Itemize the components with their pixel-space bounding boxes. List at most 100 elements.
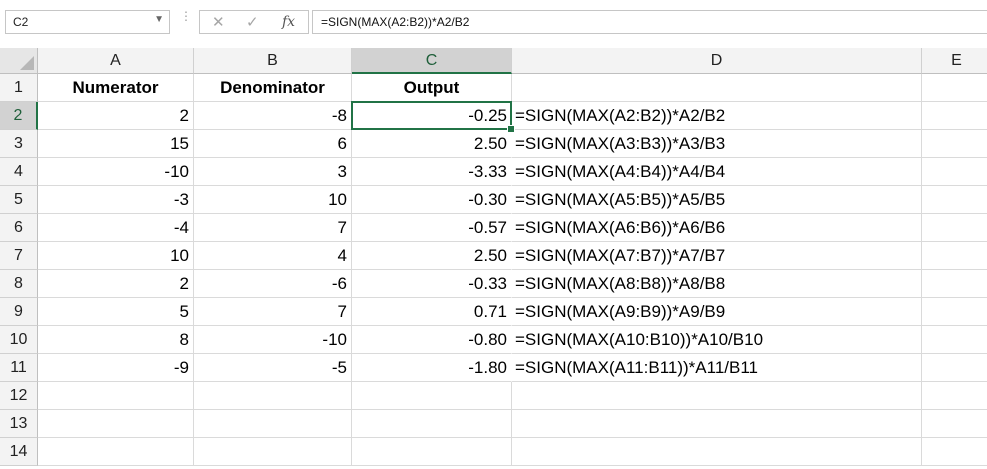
row-header-5[interactable]: 5: [0, 186, 38, 214]
cell-b1[interactable]: Denominator: [194, 74, 352, 102]
cell-e6[interactable]: [922, 214, 987, 242]
cell-a13[interactable]: [38, 410, 194, 438]
column-header-c[interactable]: C: [352, 48, 512, 74]
formula-bar: C2 ▼ ⋮ ✕ ✓ fx =SIGN(MAX(A2:B2))*A2/B2: [0, 0, 987, 46]
name-box[interactable]: C2 ▼: [5, 10, 170, 34]
cell-c2[interactable]: -0.25: [352, 102, 512, 130]
cell-e2[interactable]: [922, 102, 987, 130]
cell-b10[interactable]: -10: [194, 326, 352, 354]
column-header-d[interactable]: D: [512, 48, 922, 74]
cell-d5[interactable]: =SIGN(MAX(A5:B5))*A5/B5: [512, 186, 922, 214]
cell-c3[interactable]: 2.50: [352, 130, 512, 158]
cancel-icon[interactable]: ✕: [212, 13, 225, 31]
cell-d1[interactable]: [512, 74, 922, 102]
cell-b14[interactable]: [194, 438, 352, 466]
cell-b6[interactable]: 7: [194, 214, 352, 242]
cell-c5[interactable]: -0.30: [352, 186, 512, 214]
cell-d9[interactable]: =SIGN(MAX(A9:B9))*A9/B9: [512, 298, 922, 326]
row-header-10[interactable]: 10: [0, 326, 38, 354]
row-header-2[interactable]: 2: [0, 102, 38, 130]
chevron-down-icon[interactable]: ▼: [154, 14, 164, 25]
column-header-e[interactable]: E: [922, 48, 987, 74]
cell-d14[interactable]: [512, 438, 922, 466]
cell-e11[interactable]: [922, 354, 987, 382]
cell-d8[interactable]: =SIGN(MAX(A8:B8))*A8/B8: [512, 270, 922, 298]
cell-e1[interactable]: [922, 74, 987, 102]
row-header-3[interactable]: 3: [0, 130, 38, 158]
cell-e14[interactable]: [922, 438, 987, 466]
column-header-b[interactable]: B: [194, 48, 352, 74]
cell-a5[interactable]: -3: [38, 186, 194, 214]
cell-b13[interactable]: [194, 410, 352, 438]
cell-e8[interactable]: [922, 270, 987, 298]
cell-c1[interactable]: Output: [352, 74, 512, 102]
cell-b7[interactable]: 4: [194, 242, 352, 270]
row-header-4[interactable]: 4: [0, 158, 38, 186]
cell-e9[interactable]: [922, 298, 987, 326]
cell-a3[interactable]: 15: [38, 130, 194, 158]
cell-e4[interactable]: [922, 158, 987, 186]
cell-a10[interactable]: 8: [38, 326, 194, 354]
cell-e3[interactable]: [922, 130, 987, 158]
column-header-a[interactable]: A: [38, 48, 194, 74]
cell-d13[interactable]: [512, 410, 922, 438]
cell-a1[interactable]: Numerator: [38, 74, 194, 102]
cell-c7[interactable]: 2.50: [352, 242, 512, 270]
row-header-7[interactable]: 7: [0, 242, 38, 270]
cell-a6[interactable]: -4: [38, 214, 194, 242]
cell-b8[interactable]: -6: [194, 270, 352, 298]
cell-b12[interactable]: [194, 382, 352, 410]
cell-a9[interactable]: 5: [38, 298, 194, 326]
row-header-12[interactable]: 12: [0, 382, 38, 410]
cell-a11[interactable]: -9: [38, 354, 194, 382]
cell-b4[interactable]: 3: [194, 158, 352, 186]
cell-d2[interactable]: =SIGN(MAX(A2:B2))*A2/B2: [512, 102, 922, 130]
cell-d4[interactable]: =SIGN(MAX(A4:B4))*A4/B4: [512, 158, 922, 186]
cell-e12[interactable]: [922, 382, 987, 410]
cell-a8[interactable]: 2: [38, 270, 194, 298]
cell-d12[interactable]: [512, 382, 922, 410]
name-box-value: C2: [13, 15, 29, 29]
row-header-11[interactable]: 11: [0, 354, 38, 382]
row-header-14[interactable]: 14: [0, 438, 38, 466]
cell-d6[interactable]: =SIGN(MAX(A6:B6))*A6/B6: [512, 214, 922, 242]
insert-function-icon[interactable]: fx: [282, 14, 295, 30]
cell-c14[interactable]: [352, 438, 512, 466]
row-header-6[interactable]: 6: [0, 214, 38, 242]
cell-b9[interactable]: 7: [194, 298, 352, 326]
cell-d7[interactable]: =SIGN(MAX(A7:B7))*A7/B7: [512, 242, 922, 270]
cell-e10[interactable]: [922, 326, 987, 354]
cell-a4[interactable]: -10: [38, 158, 194, 186]
cell-a2[interactable]: 2: [38, 102, 194, 130]
cell-e7[interactable]: [922, 242, 987, 270]
row-header-8[interactable]: 8: [0, 270, 38, 298]
cell-c11[interactable]: -1.80: [352, 354, 512, 382]
cell-d10[interactable]: =SIGN(MAX(A10:B10))*A10/B10: [512, 326, 922, 354]
select-all-corner[interactable]: [0, 48, 38, 74]
row-header-9[interactable]: 9: [0, 298, 38, 326]
select-all-icon: [20, 56, 34, 70]
formula-input[interactable]: =SIGN(MAX(A2:B2))*A2/B2: [312, 10, 987, 34]
enter-icon[interactable]: ✓: [246, 13, 259, 31]
cell-a7[interactable]: 10: [38, 242, 194, 270]
cell-b3[interactable]: 6: [194, 130, 352, 158]
cell-c9[interactable]: 0.71: [352, 298, 512, 326]
cell-d11[interactable]: =SIGN(MAX(A11:B11))*A11/B11: [512, 354, 922, 382]
row-header-1[interactable]: 1: [0, 74, 38, 102]
row-header-13[interactable]: 13: [0, 410, 38, 438]
drag-handle-icon[interactable]: ⋮: [180, 10, 192, 22]
cell-b5[interactable]: 10: [194, 186, 352, 214]
cell-c6[interactable]: -0.57: [352, 214, 512, 242]
cell-c13[interactable]: [352, 410, 512, 438]
cell-d3[interactable]: =SIGN(MAX(A3:B3))*A3/B3: [512, 130, 922, 158]
cell-c12[interactable]: [352, 382, 512, 410]
cell-a12[interactable]: [38, 382, 194, 410]
cell-b11[interactable]: -5: [194, 354, 352, 382]
cell-c4[interactable]: -3.33: [352, 158, 512, 186]
cell-c10[interactable]: -0.80: [352, 326, 512, 354]
cell-a14[interactable]: [38, 438, 194, 466]
cell-c8[interactable]: -0.33: [352, 270, 512, 298]
cell-e5[interactable]: [922, 186, 987, 214]
cell-e13[interactable]: [922, 410, 987, 438]
cell-b2[interactable]: -8: [194, 102, 352, 130]
